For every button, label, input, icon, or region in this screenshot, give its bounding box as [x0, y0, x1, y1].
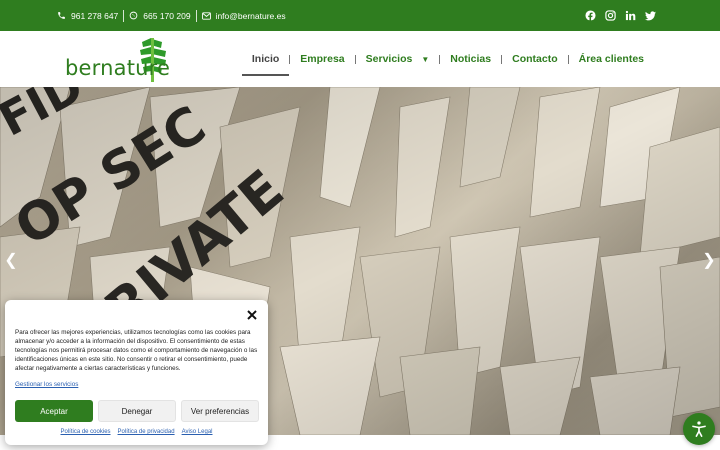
linkedin-icon[interactable]: [625, 10, 636, 21]
slider-next-button[interactable]: ❯: [702, 250, 716, 270]
nav-label: Empresa: [300, 53, 345, 65]
email-text: info@bernature.es: [215, 10, 286, 21]
cookie-consent-dialog: Para ofrecer las mejores experiencias, u…: [5, 300, 268, 445]
nav-item-area-clientes[interactable]: Área clientes: [569, 49, 654, 69]
cookie-footer-links: Política de cookies Política de privacid…: [5, 429, 268, 435]
instagram-icon[interactable]: [605, 10, 616, 21]
nav-item-empresa[interactable]: Empresa: [290, 49, 354, 69]
nav-item-servicios[interactable]: Servicios ▼: [356, 49, 440, 69]
deny-button[interactable]: Denegar: [98, 400, 176, 422]
top-bar: 961 278 647 665 170 209 info@bernature.e…: [0, 0, 720, 31]
nav-item-inicio[interactable]: Inicio: [241, 49, 290, 76]
nav-label: Área clientes: [578, 53, 644, 65]
cookie-policy-link[interactable]: Política de cookies: [61, 429, 111, 435]
nav-item-contacto[interactable]: Contacto: [502, 49, 568, 69]
slider-prev-button[interactable]: ❮: [4, 250, 18, 270]
phone-2[interactable]: 665 170 209: [124, 11, 195, 21]
privacy-policy-link[interactable]: Política de privacidad: [118, 429, 175, 435]
social-links: [585, 0, 656, 31]
cookie-actions: Aceptar Denegar Ver preferencias: [15, 400, 259, 422]
twitter-icon[interactable]: [645, 10, 656, 21]
contact-info: 961 278 647 665 170 209 info@bernature.e…: [57, 0, 291, 31]
email[interactable]: info@bernature.es: [197, 11, 291, 21]
manage-services-link[interactable]: Gestionar los servicios: [15, 381, 258, 388]
site-logo[interactable]: bernature: [65, 36, 175, 84]
nav-label: Contacto: [512, 53, 558, 65]
nav-label: Inicio: [251, 53, 280, 65]
main-nav: Inicio Empresa Servicios ▼ Noticias Cont…: [241, 31, 654, 87]
accessibility-icon: [692, 421, 706, 437]
site-header: bernature Inicio Empresa Servicios ▼ Not…: [0, 31, 720, 87]
preferences-button[interactable]: Ver preferencias: [181, 400, 259, 422]
chevron-right-icon: ❯: [702, 252, 716, 269]
whatsapp-icon: [129, 11, 138, 20]
nav-label: Servicios: [365, 53, 413, 65]
close-icon[interactable]: [247, 307, 259, 320]
accessibility-button[interactable]: [683, 413, 715, 445]
phone-2-text: 665 170 209: [143, 10, 191, 21]
phone-icon: [57, 11, 66, 20]
legal-notice-link[interactable]: Aviso Legal: [182, 429, 213, 435]
facebook-icon[interactable]: [585, 10, 596, 21]
logo-text: bernature: [65, 56, 171, 80]
nav-item-noticias[interactable]: Noticias: [440, 49, 501, 69]
accept-button[interactable]: Aceptar: [15, 400, 93, 422]
phone-1-text: 961 278 647: [71, 10, 119, 21]
cookie-message: Para ofrecer las mejores experiencias, u…: [15, 329, 258, 372]
chevron-down-icon: ▼: [421, 54, 430, 64]
phone-1[interactable]: 961 278 647: [57, 11, 123, 21]
chevron-left-icon: ❮: [4, 252, 18, 269]
nav-label: Noticias: [450, 53, 492, 65]
envelope-icon: [201, 11, 211, 20]
